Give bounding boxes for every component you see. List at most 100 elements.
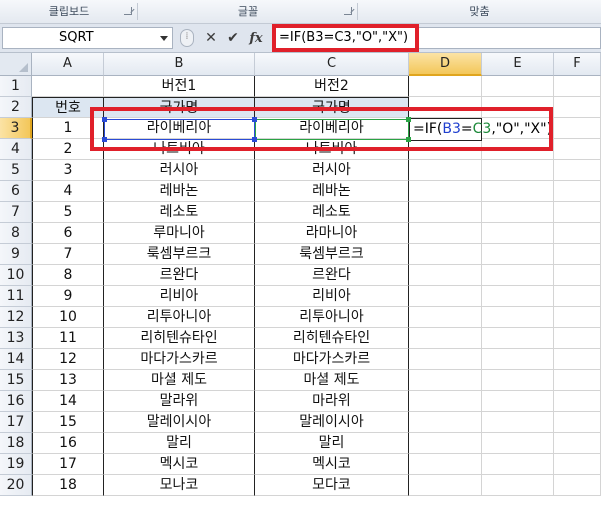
cell-d14[interactable] — [409, 349, 482, 370]
cell-c4[interactable]: 나트비아 — [255, 139, 409, 160]
cell-c13[interactable]: 리히텐슈타인 — [255, 328, 409, 349]
row-header-14[interactable]: 14 — [0, 349, 32, 370]
cell-d20[interactable] — [409, 475, 482, 496]
cell-a20[interactable]: 18 — [32, 475, 104, 496]
resize-handle-icon[interactable] — [102, 117, 107, 122]
row-header-6[interactable]: 6 — [0, 181, 32, 202]
cell-e19[interactable] — [482, 454, 554, 475]
cell-b5[interactable]: 러시아 — [104, 160, 255, 181]
cell-c7[interactable]: 레소토 — [255, 202, 409, 223]
column-header-b[interactable]: B — [104, 53, 255, 76]
row-header-5[interactable]: 5 — [0, 160, 32, 181]
row-header-18[interactable]: 18 — [0, 433, 32, 454]
cell-d5[interactable] — [409, 160, 482, 181]
cell-e8[interactable] — [482, 223, 554, 244]
cell-a11[interactable]: 9 — [32, 286, 104, 307]
row-header-9[interactable]: 9 — [0, 244, 32, 265]
cell-a7[interactable]: 5 — [32, 202, 104, 223]
column-header-a[interactable]: A — [32, 53, 104, 76]
row-header-17[interactable]: 17 — [0, 412, 32, 433]
row-header-13[interactable]: 13 — [0, 328, 32, 349]
cell-b2[interactable]: 국가명 — [104, 97, 255, 118]
cell-f5[interactable] — [554, 160, 601, 181]
cancel-button[interactable]: ✕ — [201, 28, 221, 48]
cell-e10[interactable] — [482, 265, 554, 286]
row-header-2[interactable]: 2 — [0, 97, 32, 118]
resize-handle-icon[interactable] — [102, 137, 107, 142]
cell-d16[interactable] — [409, 391, 482, 412]
cell-f10[interactable] — [554, 265, 601, 286]
resize-handle-icon[interactable] — [252, 117, 257, 122]
cell-c6[interactable]: 레바논 — [255, 181, 409, 202]
cell-d4[interactable] — [409, 139, 482, 160]
column-header-e[interactable]: E — [482, 53, 554, 76]
cell-c2[interactable]: 국가명 — [255, 97, 409, 118]
cell-b19[interactable]: 멕시코 — [104, 454, 255, 475]
cell-b1[interactable]: 버전1 — [104, 76, 255, 97]
cell-e13[interactable] — [482, 328, 554, 349]
cell-f11[interactable] — [554, 286, 601, 307]
cell-f19[interactable] — [554, 454, 601, 475]
cell-d2[interactable] — [409, 97, 482, 118]
cell-d10[interactable] — [409, 265, 482, 286]
cell-e11[interactable] — [482, 286, 554, 307]
cell-f1[interactable] — [554, 76, 601, 97]
resize-handle-icon[interactable] — [252, 137, 257, 142]
name-box[interactable]: SQRT — [2, 27, 173, 49]
cell-a14[interactable]: 12 — [32, 349, 104, 370]
select-all-corner[interactable] — [0, 53, 32, 76]
cell-b14[interactable]: 마다가스카르 — [104, 349, 255, 370]
cell-c10[interactable]: 르완다 — [255, 265, 409, 286]
cell-b11[interactable]: 리비아 — [104, 286, 255, 307]
cell-f15[interactable] — [554, 370, 601, 391]
cell-a1[interactable] — [32, 76, 104, 97]
cell-b17[interactable]: 말레이시아 — [104, 412, 255, 433]
cell-c19[interactable]: 멕시코 — [255, 454, 409, 475]
cell-d7[interactable] — [409, 202, 482, 223]
cell-b12[interactable]: 리투아니아 — [104, 307, 255, 328]
chevron-down-icon[interactable] — [160, 36, 168, 41]
cell-d19[interactable] — [409, 454, 482, 475]
cell-a12[interactable]: 10 — [32, 307, 104, 328]
cell-c16[interactable]: 마라위 — [255, 391, 409, 412]
cell-a9[interactable]: 7 — [32, 244, 104, 265]
cell-f13[interactable] — [554, 328, 601, 349]
cell-a13[interactable]: 11 — [32, 328, 104, 349]
dialog-launcher-icon[interactable] — [344, 7, 352, 15]
cell-d18[interactable] — [409, 433, 482, 454]
row-header-19[interactable]: 19 — [0, 454, 32, 475]
cell-a17[interactable]: 15 — [32, 412, 104, 433]
cell-e1[interactable] — [482, 76, 554, 97]
cell-a6[interactable]: 4 — [32, 181, 104, 202]
cell-c12[interactable]: 리투아니아 — [255, 307, 409, 328]
cell-f17[interactable] — [554, 412, 601, 433]
cell-b16[interactable]: 말라위 — [104, 391, 255, 412]
cell-e16[interactable] — [482, 391, 554, 412]
cell-d9[interactable] — [409, 244, 482, 265]
cell-e17[interactable] — [482, 412, 554, 433]
cell-a4[interactable]: 2 — [32, 139, 104, 160]
row-header-20[interactable]: 20 — [0, 475, 32, 496]
cell-c17[interactable]: 말레이시아 — [255, 412, 409, 433]
cell-e7[interactable] — [482, 202, 554, 223]
row-header-8[interactable]: 8 — [0, 223, 32, 244]
cell-b6[interactable]: 레바논 — [104, 181, 255, 202]
row-header-3[interactable]: 3 — [0, 118, 32, 139]
cell-c14[interactable]: 마다가스카르 — [255, 349, 409, 370]
cell-d15[interactable] — [409, 370, 482, 391]
cell-b4[interactable]: 나트비아 — [104, 139, 255, 160]
cell-d12[interactable] — [409, 307, 482, 328]
row-header-1[interactable]: 1 — [0, 76, 32, 97]
row-header-16[interactable]: 16 — [0, 391, 32, 412]
cell-e20[interactable] — [482, 475, 554, 496]
cell-b13[interactable]: 리히텐슈타인 — [104, 328, 255, 349]
cell-d8[interactable] — [409, 223, 482, 244]
cell-b20[interactable]: 모나코 — [104, 475, 255, 496]
cell-d3-editing[interactable]: =IF(B3=C3,"O","X") — [409, 118, 552, 141]
cell-f14[interactable] — [554, 349, 601, 370]
cell-d17[interactable] — [409, 412, 482, 433]
cell-c11[interactable]: 리비아 — [255, 286, 409, 307]
cell-b10[interactable]: 르완다 — [104, 265, 255, 286]
dialog-launcher-icon[interactable] — [124, 7, 132, 15]
cell-b15[interactable]: 마셜 제도 — [104, 370, 255, 391]
